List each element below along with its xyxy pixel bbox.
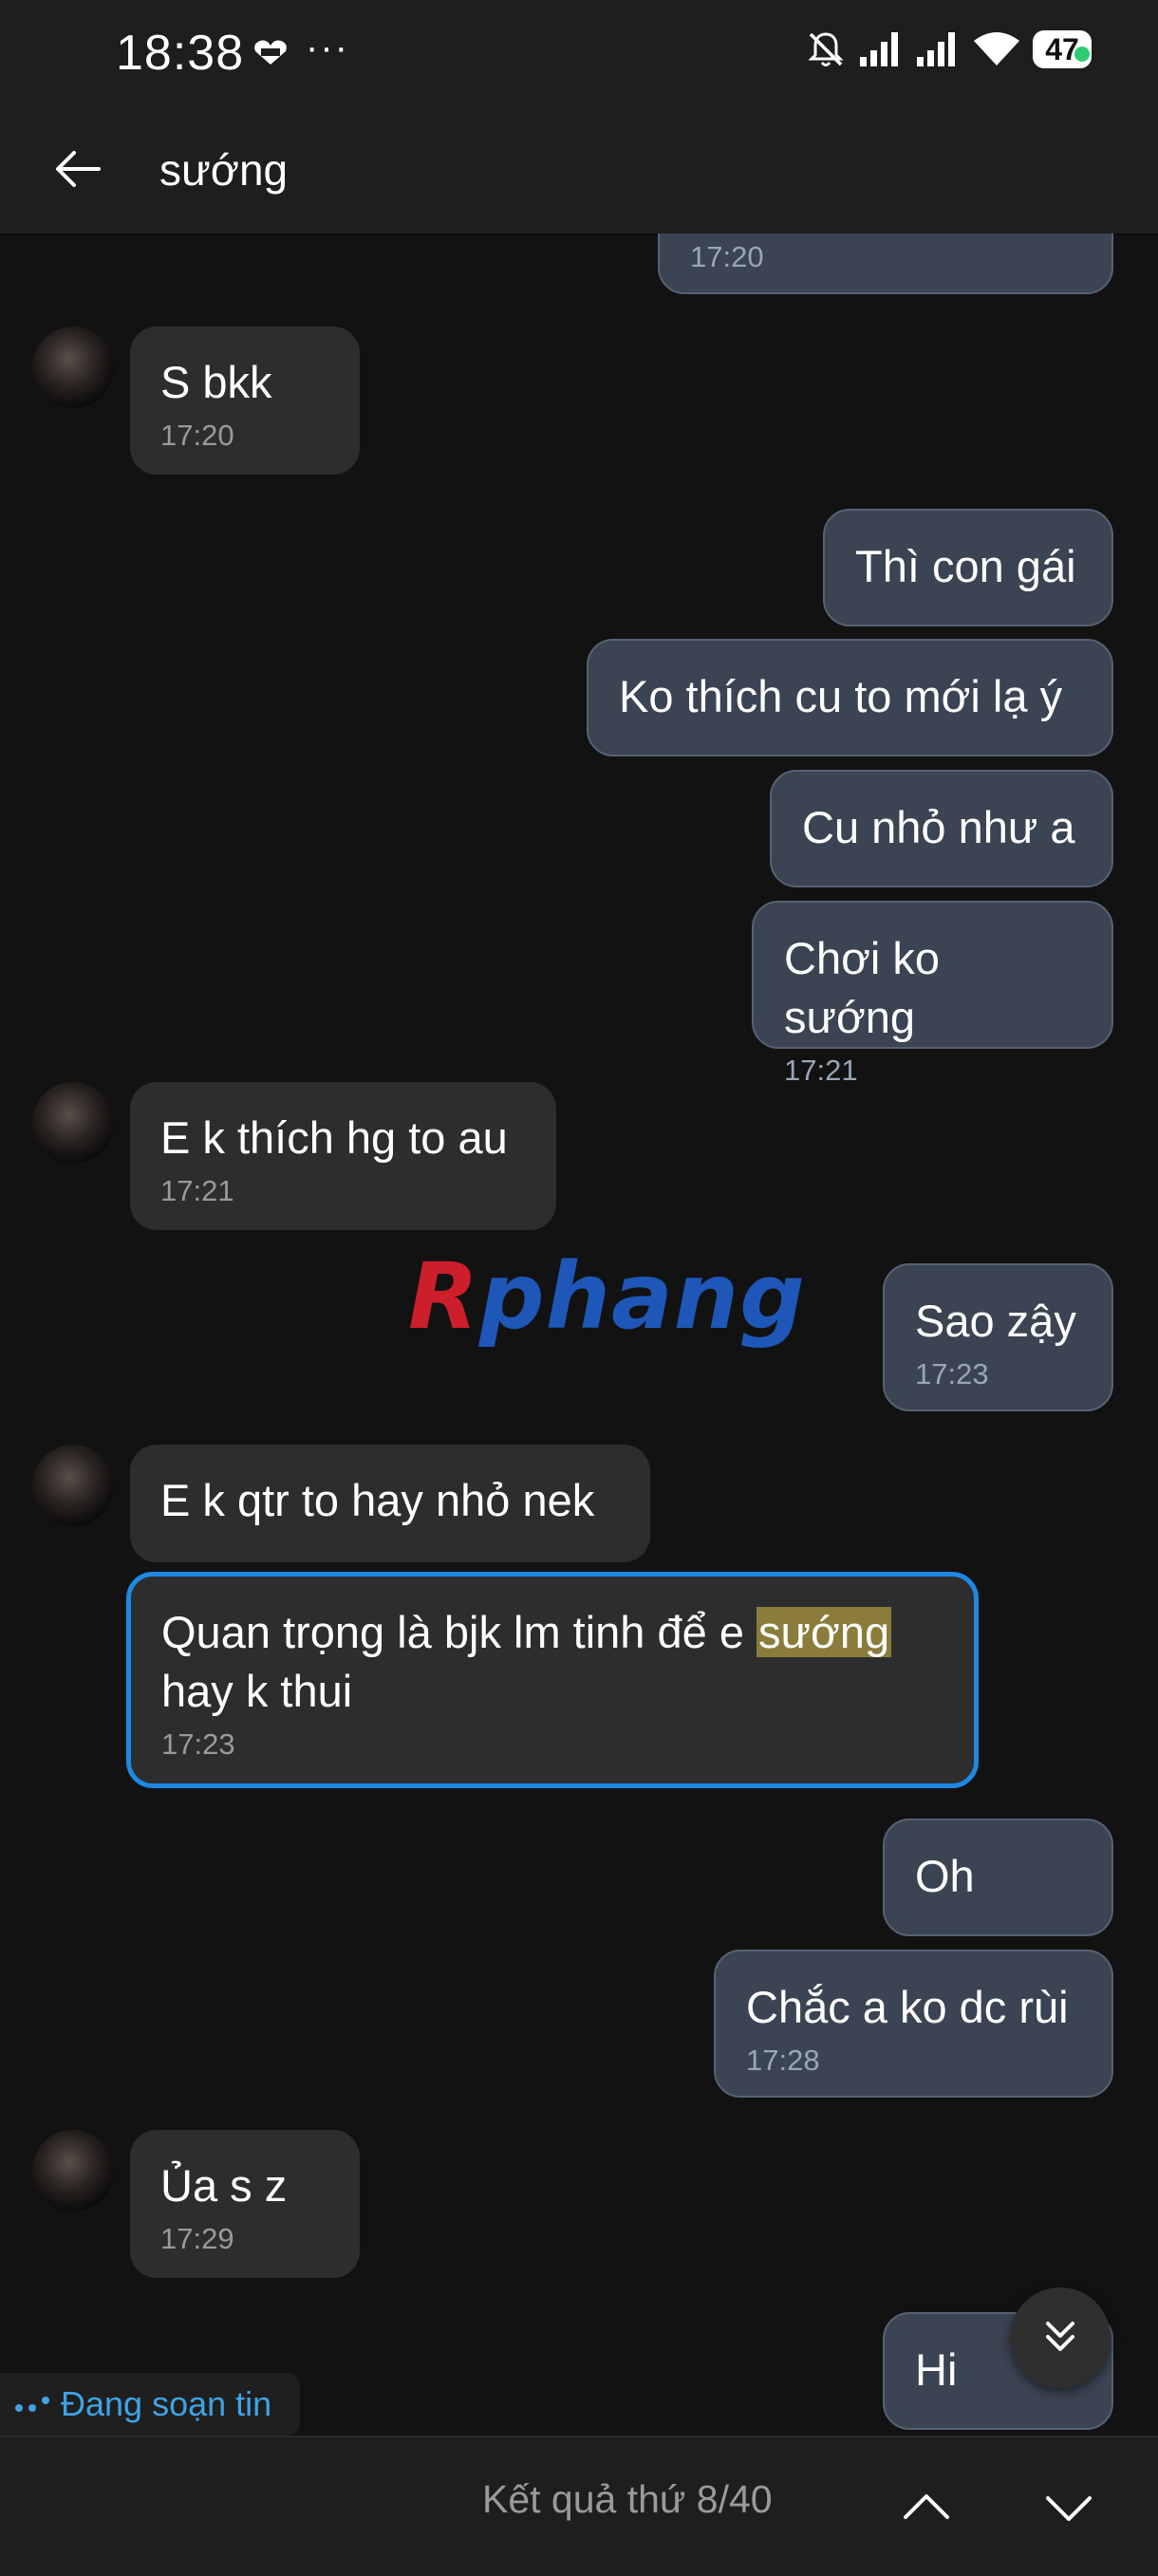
search-header: sướng bbox=[0, 104, 1158, 235]
search-query[interactable]: sướng bbox=[159, 144, 288, 196]
avatar[interactable] bbox=[32, 1082, 114, 1164]
search-highlight: sướng bbox=[756, 1607, 892, 1657]
signal-icon bbox=[860, 32, 898, 66]
back-arrow-icon[interactable] bbox=[49, 140, 106, 197]
message-bubble-out[interactable]: Cu nhỏ như a bbox=[770, 770, 1113, 887]
avatar[interactable] bbox=[32, 1445, 114, 1526]
typing-indicator: Đang soạn tin bbox=[0, 2373, 300, 2436]
typing-dots-icon bbox=[15, 2397, 49, 2412]
search-navigation-bar: Kết quả thứ 8/40 bbox=[0, 2436, 1158, 2576]
message-bubble-out[interactable]: Thì con gái bbox=[823, 509, 1113, 626]
search-result-counter: Kết quả thứ 8/40 bbox=[482, 2477, 773, 2521]
message-bubble-in[interactable]: Ủa s z 17:29 bbox=[130, 2130, 360, 2278]
message-bubble-out[interactable]: Ko thích cu to mới lạ ý bbox=[587, 639, 1113, 756]
avatar[interactable] bbox=[32, 2130, 114, 2212]
message-bubble-out[interactable]: Sao zậy 17:23 bbox=[883, 1263, 1113, 1411]
status-more-icon: ··· bbox=[306, 27, 349, 68]
message-bubble-in[interactable]: E k qtr to hay nhỏ nek bbox=[130, 1445, 650, 1562]
message-bubble-out[interactable]: Chắc a ko dc rùi 17:28 bbox=[714, 1950, 1113, 2098]
double-chevron-down-icon bbox=[1046, 2322, 1074, 2351]
status-time: 18:38 bbox=[116, 26, 245, 81]
message-bubble-search-match[interactable]: Quan trọng là bjk lm tinh để e sướng hay… bbox=[126, 1572, 979, 1788]
watermark-logo: Rphang bbox=[408, 1243, 806, 1350]
next-result-button[interactable] bbox=[1040, 2479, 1097, 2536]
message-bubble-in[interactable]: S bkk 17:20 bbox=[130, 327, 360, 475]
status-bar: 18:38 ··· 47 bbox=[0, 0, 1158, 104]
avatar[interactable] bbox=[32, 327, 114, 408]
mute-bell-icon bbox=[808, 32, 844, 66]
typing-label: Đang soạn tin bbox=[61, 2384, 272, 2423]
message-bubble-out[interactable]: 17:20 bbox=[658, 233, 1113, 294]
message-bubble-out[interactable]: Oh bbox=[883, 1819, 1113, 1936]
scroll-to-bottom-button[interactable] bbox=[1010, 2287, 1111, 2388]
message-bubble-in[interactable]: E k thích hg to au 17:21 bbox=[130, 1082, 556, 1230]
wifi-icon bbox=[974, 32, 1019, 65]
lazada-icon bbox=[254, 40, 287, 65]
signal-icon-2 bbox=[917, 32, 955, 66]
message-bubble-out[interactable]: Chơi ko sướng 17:21 bbox=[752, 901, 1113, 1087]
privacy-dot bbox=[1074, 47, 1090, 62]
previous-result-button[interactable] bbox=[898, 2479, 955, 2536]
